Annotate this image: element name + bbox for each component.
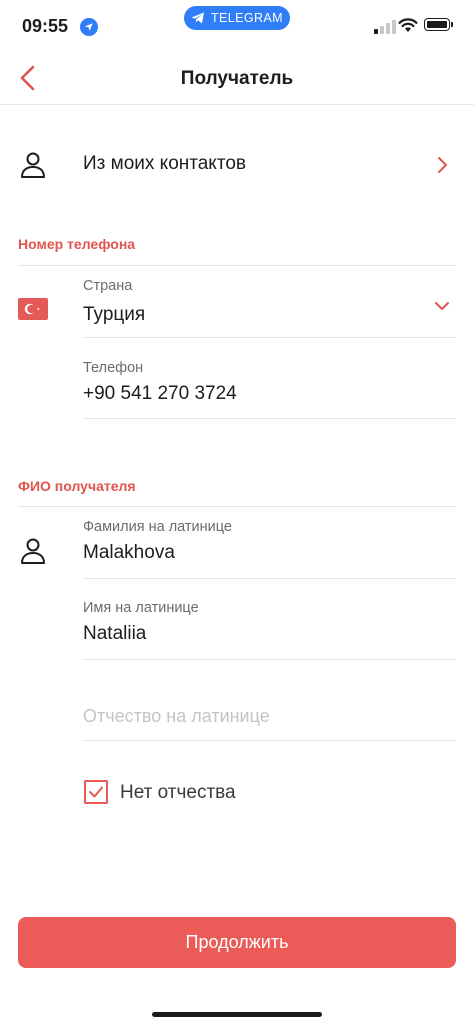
last-name-field[interactable]: Malakhova [83,542,443,568]
patronymic-field[interactable]: Отчество на латинице [83,706,443,732]
phone-label: Телефон [83,360,144,376]
back-app-label: TELEGRAM [211,11,283,25]
divider [83,578,456,579]
person-icon [21,538,45,564]
from-contacts-label: Из моих контактов [83,153,246,174]
country-label: Страна [83,278,133,294]
phone-field[interactable]: +90 541 270 3724 [83,383,443,409]
first-name-label: Имя на латинице [83,600,199,616]
no-patronymic-checkbox[interactable] [84,780,108,804]
name-section-title: ФИО получателя [18,478,136,494]
continue-button-label: Продолжить [185,932,289,952]
divider [83,337,456,338]
location-arrow-icon [80,18,98,36]
divider [83,418,456,419]
country-select[interactable]: Турция [83,304,423,330]
chevron-down-icon [435,302,449,310]
divider [18,506,456,507]
divider [83,740,456,741]
person-icon [21,152,45,178]
last-name-label: Фамилия на латинице [83,519,232,535]
first-name-field[interactable]: Nataliia [83,623,443,649]
battery-icon [424,18,453,31]
status-time: 09:55 [22,16,69,36]
page-title: Получатель [180,68,294,89]
home-indicator [152,1012,322,1017]
telegram-icon [191,12,205,24]
phone-section-title: Номер телефона [18,236,136,252]
cellular-signal-icon [374,20,396,34]
chevron-right-icon [438,157,447,173]
checkmark-icon [89,786,103,798]
back-to-telegram-button[interactable]: TELEGRAM [184,6,290,30]
continue-button[interactable]: Продолжить [18,917,456,968]
divider [18,265,456,266]
wifi-icon [398,18,418,32]
turkey-flag-icon [18,298,48,320]
divider [83,659,456,660]
no-patronymic-label[interactable]: Нет отчества [120,782,236,804]
